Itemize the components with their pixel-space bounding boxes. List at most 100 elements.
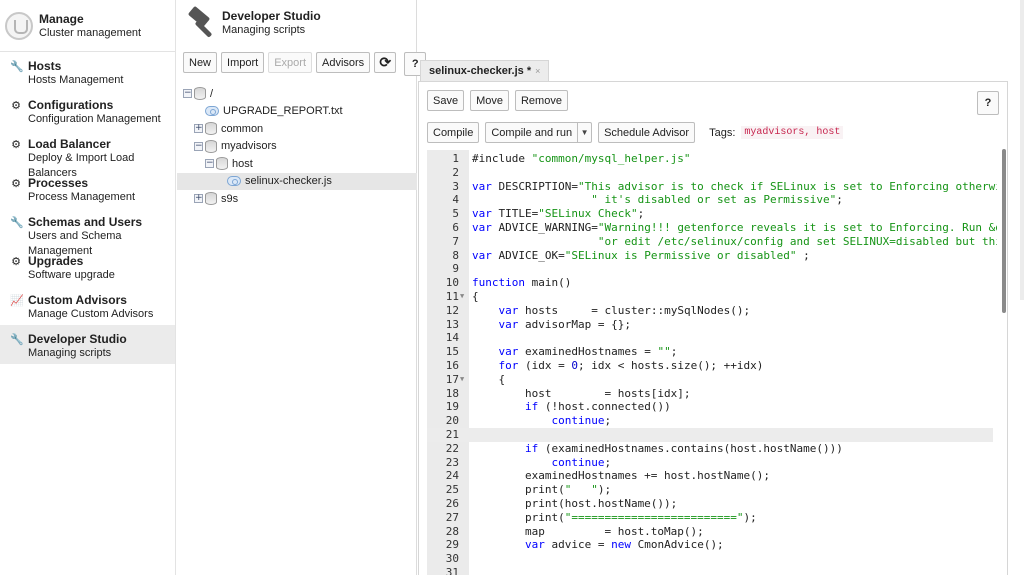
move-button[interactable]: Move — [470, 90, 509, 111]
vertical-scrollbar[interactable] — [1002, 149, 1006, 313]
sidebar-item-configurations[interactable]: ⚙ Configurations Configuration Management — [0, 91, 175, 130]
gear-icon: ⚙ — [11, 256, 21, 268]
code-token: { — [472, 372, 506, 386]
file-tree: − / UPGRADE_REPORT.txt + common − myadvisor… — [177, 85, 417, 208]
line-number: 3 — [452, 179, 459, 193]
fold-icon[interactable]: ▼ — [460, 373, 464, 387]
tree-node-upgrade-report[interactable]: UPGRADE_REPORT.txt — [183, 103, 416, 121]
line-number: 13 — [445, 317, 459, 331]
close-icon[interactable]: × — [535, 66, 540, 76]
code-line: 22 if (examinedHostnames.contains(host.h… — [427, 442, 993, 456]
tree-node-common[interactable]: + common — [183, 120, 416, 138]
code-line: 5 var TITLE="SELinux Check"; — [427, 207, 993, 221]
tree-node-s9s[interactable]: + s9s — [183, 190, 416, 208]
code-line: 27 print("========================="); — [427, 511, 993, 525]
collapse-icon[interactable]: − — [183, 89, 192, 99]
studio-header: Developer Studio Managing scripts — [177, 0, 416, 46]
wrench-icon: 🔧 — [10, 61, 24, 73]
refresh-icon[interactable]: ⟳ — [374, 52, 397, 73]
remove-button[interactable]: Remove — [514, 90, 568, 111]
new-button[interactable]: New — [183, 52, 218, 73]
code-line: 14 — [427, 331, 993, 345]
schedule-advisor-button[interactable]: Schedule Advisor — [598, 122, 696, 143]
expand-icon[interactable]: + — [194, 194, 203, 204]
advisors-button[interactable]: Advisors — [316, 52, 371, 73]
tree-node-label: selinux-checker.js — [245, 175, 332, 188]
code-line: 23 continue; — [427, 456, 993, 470]
code-text: function main() — [472, 276, 571, 290]
tree-node-label: myadvisors — [221, 140, 277, 153]
code-line: 31 — [427, 566, 993, 575]
code-text: if (!host.connected()) — [472, 400, 671, 414]
save-button[interactable]: Save — [427, 90, 465, 111]
tree-node-label: host — [232, 157, 253, 170]
line-number: 10 — [445, 276, 459, 290]
sidebar-item-processes[interactable]: ⚙ Processes Process Management — [0, 169, 175, 208]
code-text: var DESCRIPTION="This advisor is to chec… — [472, 180, 997, 194]
code-token: CmonAdvice(); — [630, 538, 724, 552]
collapse-icon[interactable]: − — [205, 159, 214, 169]
tree-node-host[interactable]: − host — [183, 155, 416, 173]
editor-area: selinux-checker.js * × Save Move Remove … — [418, 0, 1024, 575]
compile-and-run-split-button[interactable]: Compile and run ▼ — [485, 122, 593, 143]
tree-node-root[interactable]: − / — [183, 85, 416, 103]
code-token: examinedHostnames = — [518, 345, 658, 359]
sidebar-item-developer-studio[interactable]: 🔧 Developer Studio Managing scripts — [0, 325, 175, 364]
file-icon — [205, 106, 219, 117]
code-token: examinedHostnames += host.hostName(); — [472, 469, 771, 483]
code-text: host = hosts[idx]; — [472, 387, 691, 401]
export-button[interactable]: Export — [268, 52, 312, 73]
line-number: 12 — [445, 303, 459, 317]
editor-help-button[interactable]: ? — [977, 91, 999, 115]
code-line: 1 #include "common/mysql_helper.js" — [427, 152, 993, 166]
compile-button[interactable]: Compile — [427, 122, 480, 143]
code-text: var hosts = cluster::mySqlNodes(); — [472, 304, 751, 318]
caret-down-icon[interactable]: ▼ — [578, 123, 591, 142]
code-text: print(host.hostName()); — [472, 497, 677, 511]
sidebar-item-custom-advisors[interactable]: 📈 Custom Advisors Manage Custom Advisors — [0, 286, 175, 325]
sidebar-item-schemas-and-users[interactable]: 🔧 Schemas and Users Users and Schema Manag… — [0, 208, 175, 257]
code-text: examinedHostnames += host.hostName(); — [472, 469, 770, 483]
code-text: continue; — [472, 414, 611, 428]
wrench-icon: 🔧 — [10, 334, 24, 346]
line-number: 17 — [445, 372, 459, 386]
code-token: ADVICE_OK= — [491, 248, 565, 262]
code-token: ; — [796, 248, 810, 262]
code-editor[interactable]: 1 #include "common/mysql_helper.js" 2 3 var … — [427, 150, 997, 575]
import-button[interactable]: Import — [221, 52, 265, 73]
code-line: 28 map = host.toMap(); — [427, 525, 993, 539]
code-text: map = host.toMap(); — [472, 525, 704, 539]
page-scrollbar-track[interactable] — [1020, 0, 1024, 300]
database-icon — [194, 87, 206, 101]
tab-selinux-checker[interactable]: selinux-checker.js * × — [420, 60, 550, 81]
line-number: 2 — [452, 165, 459, 179]
code-line: 25 print(" "); — [427, 483, 993, 497]
sidebar-item-upgrades[interactable]: ⚙ Upgrades Software upgrade — [0, 247, 175, 286]
sidebar-item-hosts[interactable]: 🔧 Hosts Hosts Management — [0, 52, 175, 91]
hammer-icon — [187, 5, 215, 38]
code-token: (idx = — [518, 359, 572, 372]
sidebar-item-load-balancer[interactable]: ⚙ Load Balancer Deploy & Import Load Balan… — [0, 130, 175, 179]
gear-icon: ⚙ — [11, 178, 21, 190]
expand-icon[interactable]: + — [194, 124, 203, 134]
code-token: new — [611, 538, 631, 552]
tree-node-selinux-checker[interactable]: selinux-checker.js — [177, 172, 417, 190]
line-number: 1 — [452, 152, 459, 165]
compile-and-run-button[interactable]: Compile and run — [486, 123, 579, 142]
code-token: "SELinux Check" — [538, 207, 638, 221]
code-line: 19 if (!host.connected()) — [427, 400, 993, 414]
line-number: 20 — [445, 414, 459, 428]
code-token: "Warning!!! getenforce reveals it is set… — [597, 221, 997, 234]
tree-node-myadvisors[interactable]: − myadvisors — [183, 138, 416, 156]
fold-icon[interactable]: ▼ — [460, 290, 464, 304]
code-token: "=========================" — [564, 510, 744, 524]
collapse-icon[interactable]: − — [194, 141, 203, 151]
sidebar-item-label: Developer Studio — [28, 332, 127, 346]
code-text: var advisorMap = {}; — [472, 318, 631, 332]
code-line: 18 host = hosts[idx]; — [427, 387, 993, 401]
